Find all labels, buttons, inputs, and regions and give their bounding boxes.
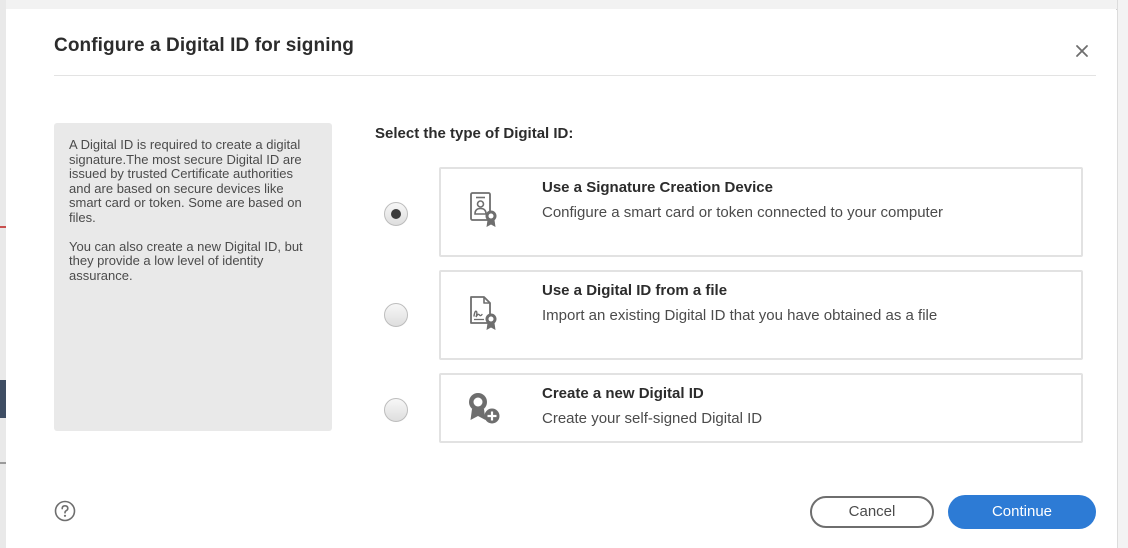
- background-window-right: [1117, 0, 1128, 548]
- option-new-digital-id-description: Create your self-signed Digital ID: [542, 410, 763, 427]
- option-signature-device[interactable]: Use a Signature Creation Device Configur…: [439, 167, 1083, 257]
- radio-signature-device[interactable]: [384, 202, 408, 226]
- info-paragraph-2: You can also create a new Digital ID, bu…: [69, 238, 303, 283]
- option-new-digital-id[interactable]: Create a new Digital ID Create your self…: [439, 373, 1083, 443]
- radio-new-digital-id[interactable]: [384, 398, 408, 422]
- new-digital-id-icon: [469, 393, 500, 424]
- option-new-digital-id-title: Create a new Digital ID: [542, 385, 704, 402]
- info-panel: A Digital ID is required to create a dig…: [54, 123, 332, 431]
- dialog-title: Configure a Digital ID for signing: [54, 35, 355, 56]
- continue-button[interactable]: Continue: [948, 495, 1096, 529]
- signature-device-icon: [470, 192, 497, 227]
- title-divider: [54, 75, 1096, 76]
- cancel-button[interactable]: Cancel: [810, 496, 934, 528]
- help-icon: [54, 500, 76, 522]
- option-signature-device-description: Configure a smart card or token connecte…: [542, 204, 944, 221]
- info-paragraph-1: A Digital ID is required to create a dig…: [69, 137, 302, 225]
- option-signature-device-title: Use a Signature Creation Device: [542, 179, 773, 196]
- select-type-heading: Select the type of Digital ID:: [375, 125, 574, 142]
- option-digital-id-file[interactable]: Use a Digital ID from a file Import an e…: [439, 270, 1083, 360]
- help-button[interactable]: [54, 500, 76, 522]
- close-button[interactable]: [1068, 37, 1096, 65]
- option-digital-id-file-title: Use a Digital ID from a file: [542, 282, 728, 299]
- configure-digital-id-dialog: Configure a Digital ID for signing A Dig…: [6, 9, 1116, 548]
- radio-digital-id-file[interactable]: [384, 303, 408, 327]
- option-digital-id-file-description: Import an existing Digital ID that you h…: [542, 307, 938, 324]
- close-icon: [1076, 45, 1088, 57]
- digital-id-file-icon: [470, 296, 497, 330]
